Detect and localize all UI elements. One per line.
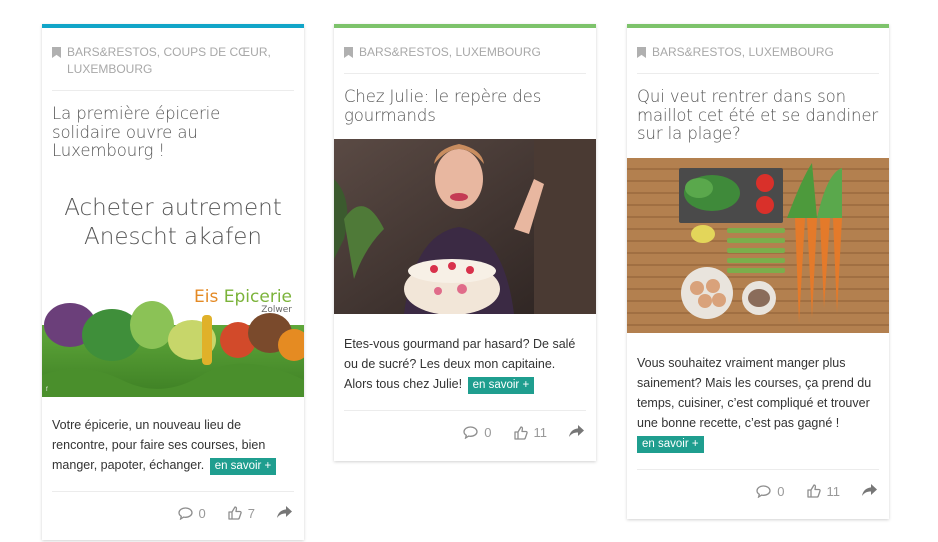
comment-count: 0 (777, 483, 785, 499)
post-image[interactable] (627, 157, 889, 333)
julie-cake-photo (334, 139, 596, 314)
post-title[interactable]: Chez Julie: le repère des gourmands (334, 74, 596, 139)
bookmark-icon (52, 47, 61, 58)
post-card: BARS&RESTOS, LUXEMBOURG Chez Julie: le r… (334, 24, 596, 461)
post-excerpt: Vous souhaitez vraiment manger plus sain… (627, 333, 889, 469)
read-more-button[interactable]: en savoir + (637, 435, 704, 453)
read-more-button[interactable]: en savoir + (209, 457, 277, 475)
category-links[interactable]: BARS&RESTOS, COUPS DE CŒUR, LUXEMBOURG (67, 44, 294, 78)
share-button[interactable] (277, 505, 292, 521)
thumbs-up-icon (806, 484, 821, 498)
comment-count: 0 (484, 425, 492, 440)
comments-stat[interactable]: 0 (177, 505, 206, 521)
category-links[interactable]: BARS&RESTOS, LUXEMBOURG (359, 44, 541, 61)
comments-stat[interactable]: 0 (756, 483, 785, 499)
read-more-button[interactable]: en savoir + (467, 377, 535, 394)
post-footer: 0 11 (344, 410, 586, 454)
thumbs-up-icon (513, 425, 528, 440)
post-excerpt: Votre épicerie, un nouveau lieu de renco… (42, 397, 304, 491)
excerpt-text: Vous souhaitez vraiment manger plus sain… (637, 355, 872, 430)
post-image[interactable] (334, 139, 596, 314)
post-categories: BARS&RESTOS, LUXEMBOURG (637, 28, 879, 74)
post-card: BARS&RESTOS, LUXEMBOURG Qui veut rentrer… (627, 24, 889, 519)
comment-icon (756, 484, 771, 498)
share-button[interactable] (569, 425, 584, 440)
bookmark-icon (344, 47, 353, 58)
like-count: 7 (247, 505, 255, 521)
thumbs-up-icon (228, 506, 242, 520)
post-categories: BARS&RESTOS, COUPS DE CŒUR, LUXEMBOURG (52, 28, 294, 91)
post-title[interactable]: Qui veut rentrer dans son maillot cet ét… (627, 74, 889, 158)
vegetables-illustration: f (42, 300, 304, 397)
post-footer: 0 11 (637, 468, 879, 513)
comments-stat[interactable]: 0 (463, 425, 492, 440)
likes-stat[interactable]: 11 (806, 483, 841, 499)
comment-count: 0 (198, 505, 206, 521)
share-icon (862, 483, 877, 496)
share-icon (569, 425, 584, 437)
post-excerpt: Etes-vous gourmand par hasard? De salé o… (334, 314, 596, 410)
category-links[interactable]: BARS&RESTOS, LUXEMBOURG (652, 44, 834, 61)
likes-stat[interactable]: 11 (513, 425, 548, 440)
vegetables-photo (627, 157, 889, 333)
post-title[interactable]: La première épicerie solidaire ouvre au … (42, 91, 304, 175)
comment-icon (177, 506, 193, 520)
bookmark-icon (637, 47, 646, 58)
like-count: 11 (533, 425, 548, 440)
comment-icon (463, 426, 478, 439)
post-footer: 0 7 (52, 490, 294, 535)
post-image[interactable]: Acheter autrement Anescht akafen Eis Epi… (42, 174, 304, 397)
likes-stat[interactable]: 7 (228, 506, 255, 521)
excerpt-text: Etes-vous gourmand par hasard? De salé o… (344, 337, 576, 391)
like-count: 11 (826, 483, 841, 499)
post-categories: BARS&RESTOS, LUXEMBOURG (344, 28, 586, 74)
post-card: BARS&RESTOS, COUPS DE CŒUR, LUXEMBOURG L… (42, 24, 304, 540)
share-icon (277, 505, 292, 518)
share-button[interactable] (862, 483, 877, 499)
